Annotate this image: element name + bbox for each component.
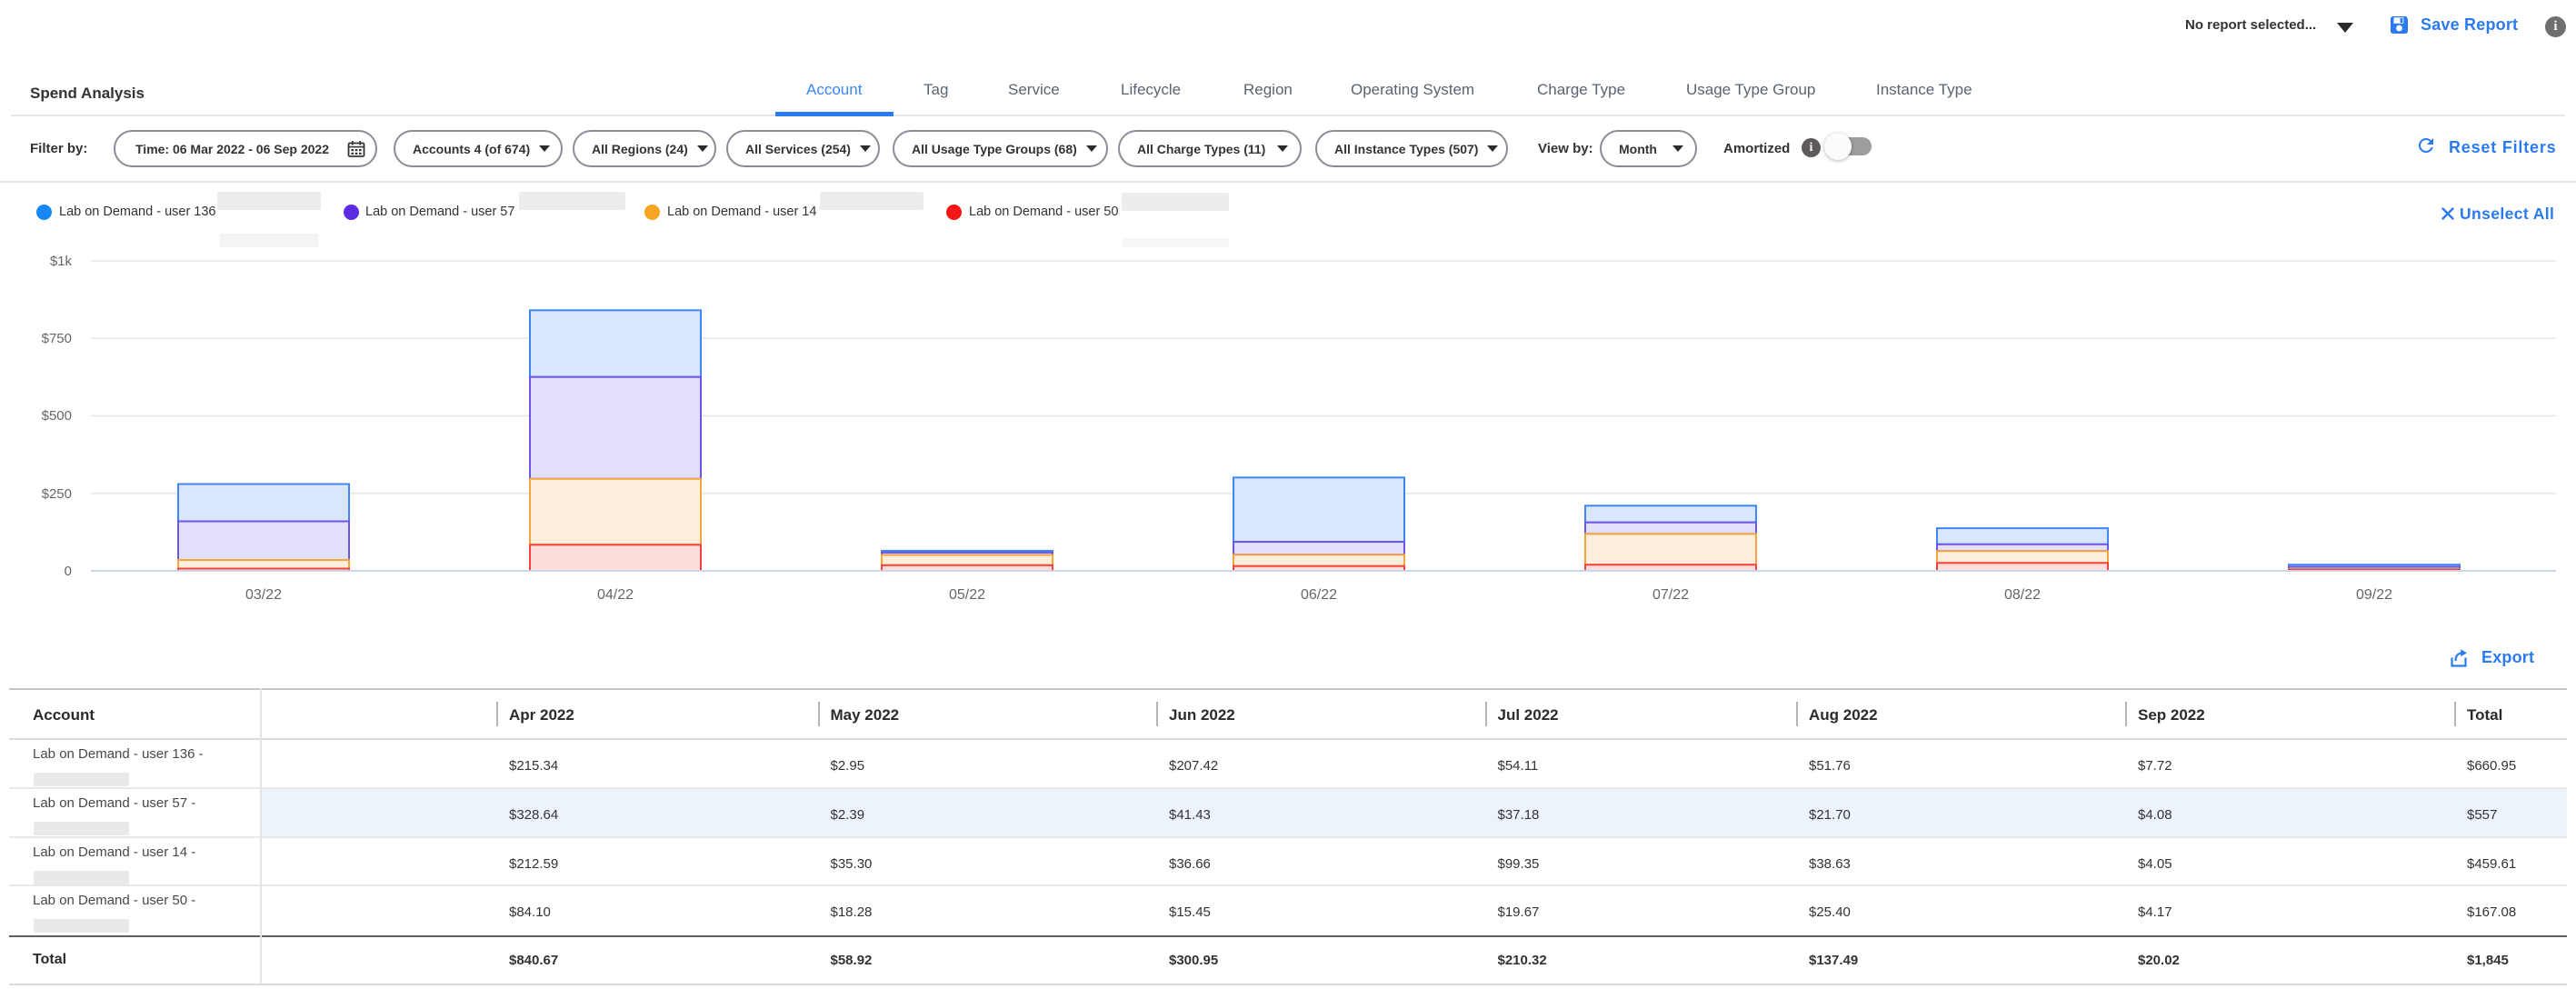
svg-text:09/22: 09/22 bbox=[2356, 587, 2392, 603]
svg-text:$500: $500 bbox=[42, 408, 72, 424]
svg-text:0: 0 bbox=[65, 564, 72, 579]
svg-text:04/22: 04/22 bbox=[597, 587, 634, 603]
svg-text:$1k: $1k bbox=[50, 254, 73, 269]
svg-text:06/22: 06/22 bbox=[1301, 587, 1337, 603]
svg-text:03/22: 03/22 bbox=[245, 587, 282, 603]
svg-text:$750: $750 bbox=[42, 331, 72, 346]
svg-text:08/22: 08/22 bbox=[2004, 587, 2041, 603]
svg-text:05/22: 05/22 bbox=[949, 587, 985, 603]
svg-text:07/22: 07/22 bbox=[1652, 587, 1689, 603]
svg-text:$250: $250 bbox=[42, 486, 72, 502]
